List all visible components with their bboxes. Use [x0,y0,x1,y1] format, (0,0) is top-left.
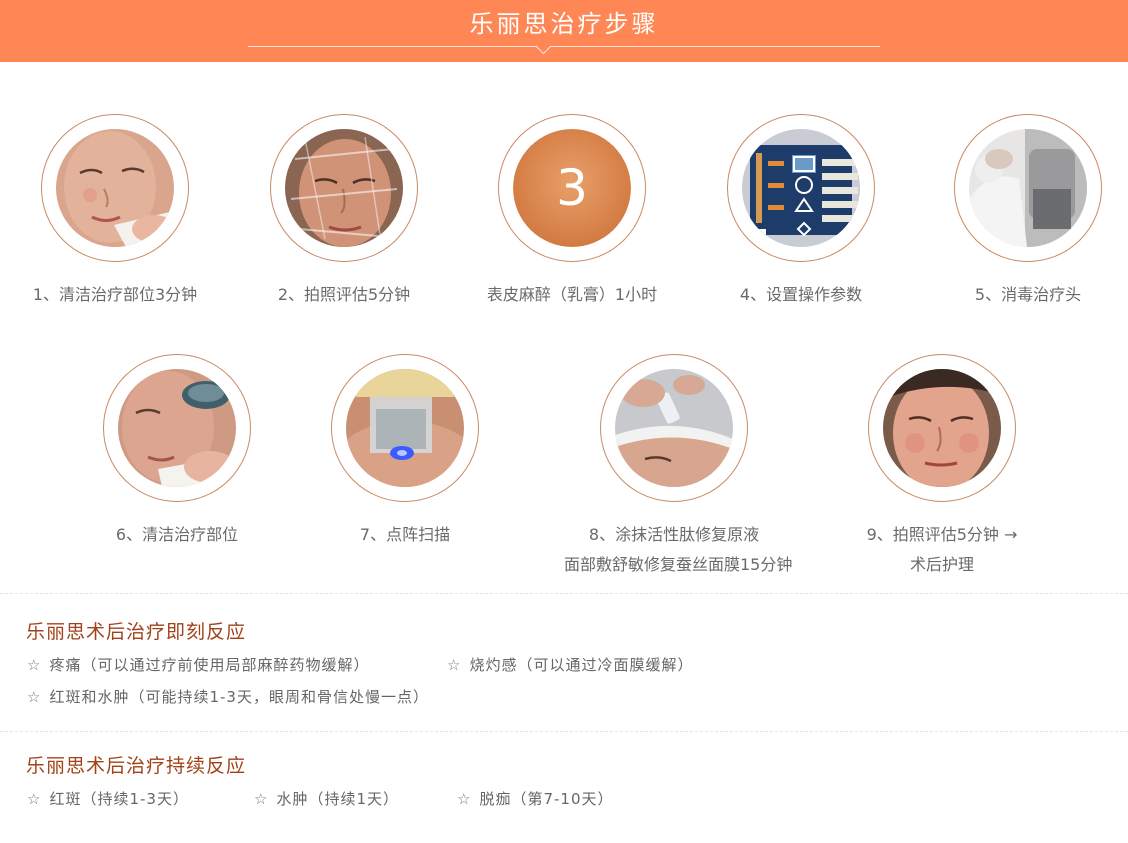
reaction-text: 烧灼感（可以通过冷面膜缓解） [469,656,694,674]
face-wipe-photo [118,369,236,487]
step-9: 9、拍照评估5分钟 → 术后护理 [832,354,1052,580]
star-icon: ☆ [27,790,42,808]
step-label: 7、点阵扫描 [359,525,451,544]
step-label: 1、清洁治疗部位3分钟 [32,285,198,304]
reaction-item: ☆ 脱痂（第7-10天） [457,788,614,809]
title-notch [535,38,552,55]
star-icon: ☆ [447,656,462,674]
reaction-item: ☆ 疼痛（可以通过疗前使用局部麻醉药物缓解） [27,654,369,675]
reaction-text: 脱痂（第7-10天） [479,790,614,808]
section-divider [0,593,1128,594]
header-banner: 乐丽思治疗步骤 [0,0,1128,62]
serum-apply-photo [615,369,733,487]
step-ring [270,114,418,262]
step-ring: 3 [498,114,646,262]
step-ring [954,114,1102,262]
device-panel-photo [742,129,860,247]
face-result-photo [883,369,1001,487]
star-icon: ☆ [254,790,269,808]
immediate-reactions-title: 乐丽思术后治疗即刻反应 [26,621,247,643]
star-icon: ☆ [457,790,472,808]
step-number: 3 [556,159,588,217]
step-label: 2、拍照评估5分钟 [277,285,411,304]
persistent-reactions-title: 乐丽思术后治疗持续反应 [26,755,247,777]
step-8: 8、涂抹活性肽修复原液 面部敷舒敏修复蚕丝面膜15分钟 [564,354,793,580]
step-1: 1、清洁治疗部位3分钟 [5,114,225,310]
step-ring [331,354,479,502]
section-divider [0,731,1128,732]
step-label: 4、设置操作参数 [739,285,863,304]
star-icon: ☆ [27,656,42,674]
step-ring [868,354,1016,502]
page-title: 乐丽思治疗步骤 [469,10,659,38]
laser-scan-photo [346,369,464,487]
reaction-text: 水肿（持续1天） [276,790,399,808]
star-icon: ☆ [27,688,42,706]
step-label: 表皮麻醉（乳膏）1小时 [486,285,658,304]
step-7: 7、点阵扫描 [295,354,515,550]
step-ring [600,354,748,502]
step-2: 2、拍照评估5分钟 [234,114,454,310]
step-label: 8、涂抹活性肽修复原液 [588,525,760,544]
step-label-line2: 面部敷舒敏修复蚕丝面膜15分钟 [564,555,793,574]
step-4: 4、设置操作参数 [691,114,911,310]
step-3: 3 表皮麻醉（乳膏）1小时 [462,114,682,310]
step-ring [41,114,189,262]
reaction-text: 红斑和水肿（可能持续1-3天，眼周和骨信处慢一点） [49,688,429,706]
step-label-line2: 术后护理 [909,555,974,574]
step-label: 5、消毒治疗头 [974,285,1082,304]
reaction-text: 疼痛（可以通过疗前使用局部麻醉药物缓解） [49,656,370,674]
step-5: 5、消毒治疗头 [918,114,1128,310]
face-film-photo [285,129,403,247]
face-cleansing-photo [56,129,174,247]
reaction-item: ☆ 红斑（持续1-3天） [27,788,189,809]
reaction-item: ☆ 烧灼感（可以通过冷面膜缓解） [447,654,693,675]
reaction-text: 红斑（持续1-3天） [49,790,189,808]
reaction-item: ☆ 水肿（持续1天） [254,788,399,809]
reaction-item: ☆ 红斑和水肿（可能持续1-3天，眼周和骨信处慢一点） [27,686,429,707]
step-label: 6、清洁治疗部位 [115,525,239,544]
step-ring [727,114,875,262]
step-label: 9、拍照评估5分钟 → [866,525,1018,544]
handpiece-disinfect-photo [969,129,1087,247]
step-ring [103,354,251,502]
step-number-disc: 3 [513,129,631,247]
title-underline [248,46,880,47]
step-6: 6、清洁治疗部位 [67,354,287,550]
